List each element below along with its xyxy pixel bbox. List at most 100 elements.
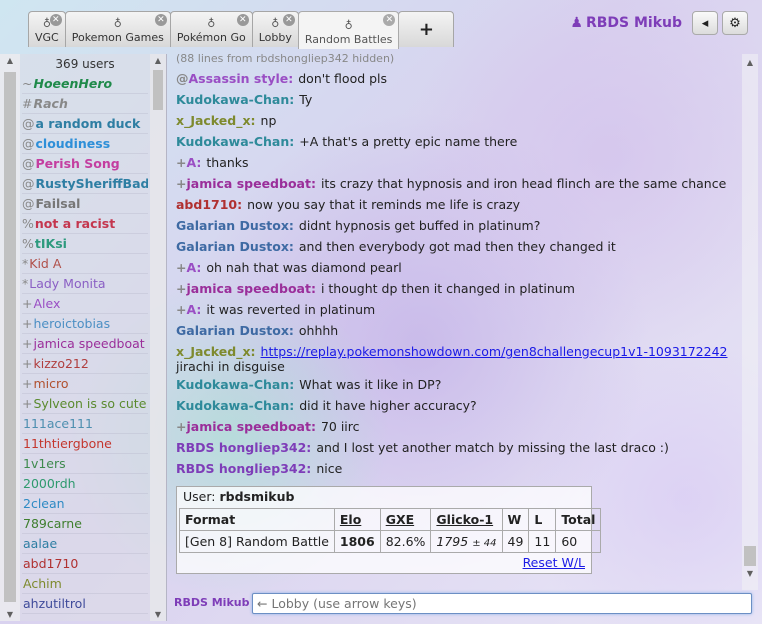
- tab-lobby[interactable]: ♁ Lobby ✕: [251, 11, 299, 47]
- new-tab-button[interactable]: +: [398, 11, 455, 47]
- scroll-down-arrow-icon[interactable]: ▼: [0, 610, 20, 619]
- message-text: its crazy that hypnosis and iron head fl…: [320, 176, 727, 191]
- user-list-item[interactable]: 11thtiergbone: [22, 434, 148, 454]
- tab-label: Random Battles: [304, 33, 393, 46]
- scroll-up-arrow-icon[interactable]: ▲: [150, 56, 166, 65]
- user-list-item[interactable]: @a random duck: [22, 114, 148, 134]
- tab-random-battles[interactable]: ♁ Random Battles ✕: [297, 11, 400, 49]
- user-list-item[interactable]: +jamica speedboat: [22, 334, 148, 354]
- close-icon[interactable]: ✕: [154, 14, 167, 26]
- user-list-item[interactable]: +kizzo212: [22, 354, 148, 374]
- message-author[interactable]: Kudokawa-Chan:: [176, 377, 294, 392]
- message-author[interactable]: abd1710:: [176, 197, 242, 212]
- chat-message: Kudokawa-Chan: Ty: [176, 89, 742, 110]
- chat-scrollbar[interactable]: ▲ ▼: [742, 54, 758, 590]
- user-list-item[interactable]: @Perish Song: [22, 154, 148, 174]
- scrollbar-thumb[interactable]: [153, 70, 163, 110]
- message-author[interactable]: +A:: [176, 302, 201, 317]
- close-icon[interactable]: ✕: [383, 14, 396, 26]
- message-text: and then everybody got mad then they cha…: [298, 239, 616, 254]
- scrollbar-thumb[interactable]: [744, 546, 756, 566]
- tab-pokemon-games[interactable]: ♁ Pokemon Games ✕: [64, 11, 171, 47]
- message-author[interactable]: +A:: [176, 155, 201, 170]
- scroll-up-arrow-icon[interactable]: ▲: [742, 58, 758, 67]
- close-icon[interactable]: ✕: [236, 14, 249, 26]
- user-list-item[interactable]: @cloudiness: [22, 134, 148, 154]
- author-name: RBDS hongliep342:: [176, 461, 312, 476]
- message-text: What was it like in DP?: [299, 377, 442, 392]
- user-list-item[interactable]: 2000rdh: [22, 474, 148, 494]
- chat-input-username: RBDS Mikub: [174, 596, 250, 609]
- message-author[interactable]: Kudokawa-Chan:: [176, 398, 294, 413]
- message-text: oh nah that was diamond pearl: [206, 260, 402, 275]
- user-list-item[interactable]: Achim: [22, 574, 148, 594]
- user-list-item[interactable]: 1v1ers: [22, 454, 148, 474]
- scroll-down-arrow-icon[interactable]: ▼: [742, 569, 758, 578]
- message-author[interactable]: Kudokawa-Chan:: [176, 134, 294, 149]
- tab-pok-mon-go[interactable]: ♁ Pokémon Go ✕: [169, 11, 253, 47]
- user-name: micro: [33, 376, 69, 391]
- message-author[interactable]: +jamica speedboat:: [176, 281, 316, 296]
- replay-link[interactable]: https://replay.pokemonshowdown.com/gen8c…: [261, 344, 728, 359]
- chat-input[interactable]: [252, 593, 752, 614]
- header-glicko[interactable]: Glicko-1: [430, 508, 503, 531]
- scroll-up-arrow-icon[interactable]: ▲: [0, 56, 20, 65]
- message-author[interactable]: Galarian Dustox:: [176, 323, 294, 338]
- message-author[interactable]: RBDS hongliep342:: [176, 440, 311, 455]
- author-name: Kudokawa-Chan:: [176, 377, 295, 392]
- tab-vgc[interactable]: ♁ VGC ✕: [28, 11, 66, 47]
- message-author[interactable]: +A:: [176, 260, 201, 275]
- hidden-lines-notice[interactable]: (88 lines from rbdshongliep342 hidden): [176, 54, 742, 68]
- user-list-item[interactable]: +Sylveon is so cute: [22, 394, 148, 414]
- user-list-item[interactable]: +heroictobias: [22, 314, 148, 334]
- message-author[interactable]: Kudokawa-Chan:: [176, 92, 294, 107]
- user-name: cloudiness: [35, 136, 111, 151]
- user-list-item[interactable]: #Rach: [22, 94, 148, 114]
- user-list-item[interactable]: abd1710: [22, 554, 148, 574]
- user-list-item[interactable]: +micro: [22, 374, 148, 394]
- header-gxe[interactable]: GXE: [379, 508, 432, 531]
- author-rank: +: [176, 176, 187, 191]
- message-author[interactable]: Galarian Dustox:: [176, 239, 294, 254]
- user-list-item[interactable]: ~HoeenHero: [22, 74, 148, 94]
- author-rank: +: [176, 302, 187, 317]
- reset-wl-link[interactable]: Reset W/L: [523, 555, 585, 570]
- author-rank: +: [176, 419, 187, 434]
- user-list-item[interactable]: *Kid A: [22, 254, 148, 274]
- close-icon[interactable]: ✕: [49, 14, 62, 26]
- message-author[interactable]: RBDS hongliep342:: [176, 461, 311, 476]
- user-list-item[interactable]: +Alex: [22, 294, 148, 314]
- user-list-item[interactable]: ahzutiltrol: [22, 594, 148, 614]
- message-text: now you say that it reminds me life is c…: [247, 197, 521, 212]
- message-author[interactable]: x_Jacked_x:: [176, 113, 256, 128]
- sound-button[interactable]: ◂: [692, 11, 718, 35]
- message-author[interactable]: x_Jacked_x:: [176, 344, 256, 359]
- message-author[interactable]: @Assassin style:: [176, 71, 293, 86]
- user-list-item[interactable]: aalae: [22, 534, 148, 554]
- user-list-item[interactable]: 111ace111: [22, 414, 148, 434]
- user-list-item[interactable]: %tIKsi: [22, 234, 148, 254]
- scrollbar-thumb[interactable]: [4, 72, 16, 602]
- message-author[interactable]: +jamica speedboat:: [176, 176, 316, 191]
- settings-button[interactable]: ⚙: [722, 11, 748, 35]
- scroll-down-arrow-icon[interactable]: ▼: [150, 610, 166, 619]
- message-text: Ty: [299, 92, 313, 107]
- author-name: Galarian Dustox:: [176, 218, 294, 233]
- chat-message: x_Jacked_x: https://replay.pokemonshowdow…: [176, 341, 742, 374]
- userlist-scrollbar[interactable]: ▲ ▼: [150, 54, 166, 621]
- message-author[interactable]: +jamica speedboat:: [176, 419, 316, 434]
- user-list-item[interactable]: 2clean: [22, 494, 148, 514]
- user-list-item[interactable]: *Lady Monita: [22, 274, 148, 294]
- chat-message: +A: it was reverted in platinum: [176, 299, 742, 320]
- user-list-item[interactable]: %not a racist: [22, 214, 148, 234]
- user-list-item[interactable]: @Failsal: [22, 194, 148, 214]
- message-author[interactable]: Galarian Dustox:: [176, 218, 294, 233]
- header-elo[interactable]: Elo: [333, 508, 381, 531]
- username-button[interactable]: ♟ RBDS Mikub: [570, 15, 682, 31]
- user-list-item[interactable]: @RustySheriffBadge: [22, 174, 148, 194]
- glicko-deviation: ± 44: [472, 538, 497, 549]
- chat-message: Galarian Dustox: didnt hypnosis get buffe…: [176, 215, 742, 236]
- close-icon[interactable]: ✕: [282, 14, 295, 26]
- userlist-left-scrollbar[interactable]: ▲ ▼: [0, 54, 20, 621]
- user-list-item[interactable]: 789carne: [22, 514, 148, 534]
